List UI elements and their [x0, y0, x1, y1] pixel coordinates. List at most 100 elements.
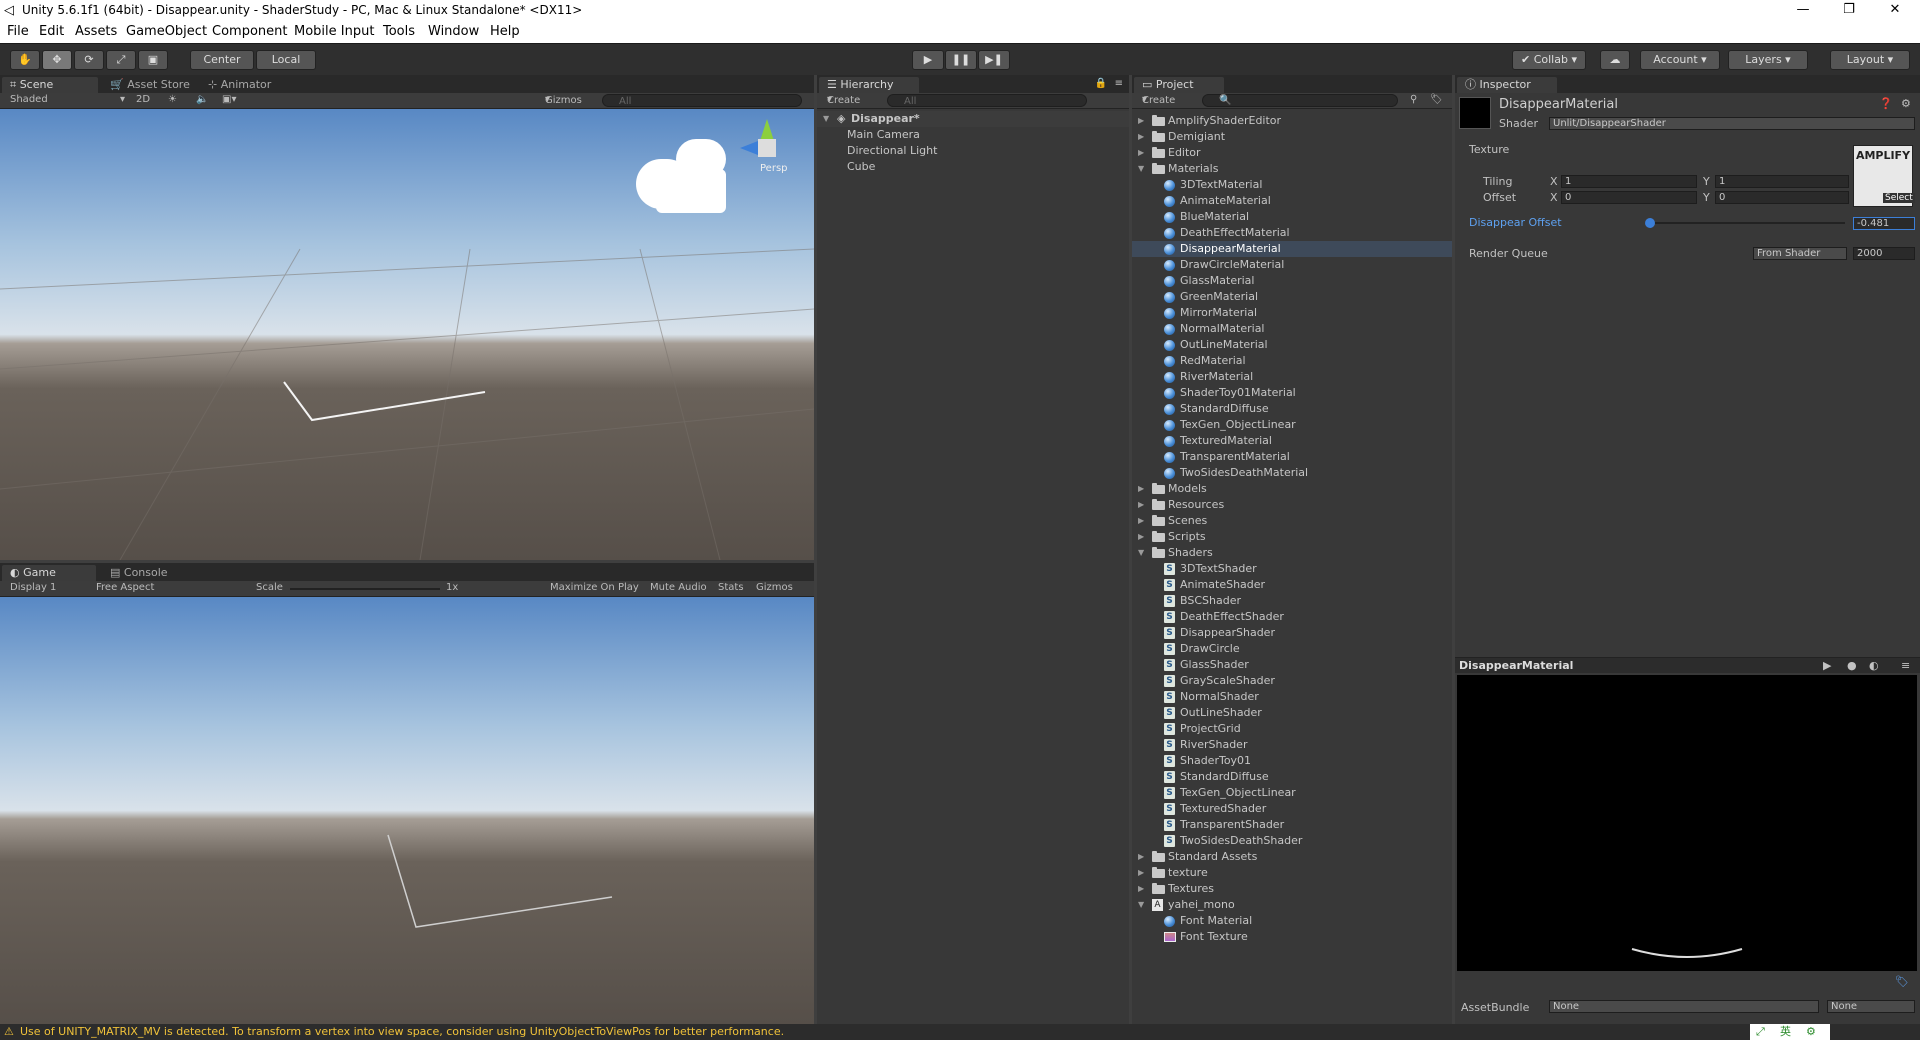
- ime-tray[interactable]: ⤢ 英 ⚙: [1750, 1024, 1830, 1040]
- account-dropdown[interactable]: Account ▾: [1640, 50, 1720, 70]
- expand-arrow-icon[interactable]: ▶: [1138, 849, 1148, 865]
- menu-mobile-input[interactable]: Mobile Input: [294, 24, 374, 39]
- panel-menu-icon[interactable]: ≡: [1115, 78, 1123, 89]
- preview-menu-icon[interactable]: ≡: [1901, 659, 1910, 672]
- assetbundle-dropdown[interactable]: None: [1549, 1000, 1819, 1013]
- hand-tool-icon[interactable]: ✋: [10, 50, 40, 70]
- shading-arrow-icon[interactable]: ▾: [120, 94, 125, 105]
- cloud-icon[interactable]: ☁: [1600, 50, 1630, 70]
- game-viewport[interactable]: [0, 597, 814, 1024]
- mute-audio-toggle[interactable]: Mute Audio: [650, 582, 707, 593]
- project-asset-row[interactable]: StandardDiffuse: [1132, 401, 1452, 417]
- project-folder-row[interactable]: ▶ Demigiant: [1132, 129, 1452, 145]
- project-asset-row[interactable]: S TexturedShader: [1132, 801, 1452, 817]
- project-asset-row[interactable]: S GlassShader: [1132, 657, 1452, 673]
- tab-console[interactable]: ▤ Console: [102, 565, 176, 581]
- project-asset-row[interactable]: S DisappearShader: [1132, 625, 1452, 641]
- status-bar[interactable]: ⚠ Use of UNITY_MATRIX_MV is detected. To…: [0, 1024, 1920, 1040]
- play-button[interactable]: ▶: [912, 50, 944, 70]
- menu-window[interactable]: Window: [428, 24, 479, 39]
- expand-arrow-icon[interactable]: ▶: [1138, 113, 1148, 129]
- project-create-dropdown[interactable]: Create ▾: [1142, 94, 1175, 106]
- project-folder-row[interactable]: ▶ AmplifyShaderEditor: [1132, 113, 1452, 129]
- menu-component[interactable]: Component: [212, 24, 287, 39]
- hierarchy-search-input[interactable]: All: [887, 94, 1087, 107]
- tab-hierarchy[interactable]: ☰ Hierarchy: [819, 77, 919, 93]
- help-icon[interactable]: ❓: [1879, 97, 1893, 110]
- project-asset-row[interactable]: S 3DTextShader: [1132, 561, 1452, 577]
- project-asset-row[interactable]: OutLineMaterial: [1132, 337, 1452, 353]
- project-asset-row[interactable]: S NormalShader: [1132, 689, 1452, 705]
- disappear-offset-slider-track[interactable]: [1645, 218, 1845, 228]
- project-asset-row[interactable]: S DeathEffectShader: [1132, 609, 1452, 625]
- expand-arrow-icon[interactable]: ▶: [1138, 129, 1148, 145]
- ime-status-icon[interactable]: ⤢: [1756, 1024, 1765, 1040]
- pivot-center-button[interactable]: Center: [190, 50, 254, 70]
- maximize-button[interactable]: ❐: [1826, 0, 1872, 22]
- offset-x-field[interactable]: 0: [1561, 191, 1697, 204]
- project-asset-row[interactable]: DeathEffectMaterial: [1132, 225, 1452, 241]
- tab-project[interactable]: ▭ Project: [1134, 77, 1224, 93]
- project-asset-row[interactable]: NormalMaterial: [1132, 321, 1452, 337]
- hierarchy-item[interactable]: Cube: [817, 159, 1129, 175]
- preview-play-icon[interactable]: ▶: [1823, 659, 1831, 672]
- settings-gear-icon[interactable]: ⚙: [1901, 97, 1911, 110]
- preview-lights-icon[interactable]: ◐: [1869, 659, 1879, 672]
- project-asset-row[interactable]: MirrorMaterial: [1132, 305, 1452, 321]
- menu-assets[interactable]: Assets: [75, 24, 117, 39]
- scene-search-input[interactable]: All: [602, 94, 802, 107]
- step-button[interactable]: ▶❚: [978, 50, 1010, 70]
- project-asset-row[interactable]: DrawCircleMaterial: [1132, 257, 1452, 273]
- disappear-offset-field[interactable]: -0.481: [1853, 217, 1915, 230]
- maximize-on-play-toggle[interactable]: Maximize On Play: [550, 582, 639, 593]
- hierarchy-item[interactable]: Main Camera: [817, 127, 1129, 143]
- project-asset-row[interactable]: S AnimateShader: [1132, 577, 1452, 593]
- project-asset-row[interactable]: S TransparentShader: [1132, 817, 1452, 833]
- project-folder-row[interactable]: ▼ Materials: [1132, 161, 1452, 177]
- collab-dropdown[interactable]: ✔ Collab ▾: [1512, 50, 1586, 70]
- shading-dropdown[interactable]: Shaded: [10, 94, 48, 105]
- expand-arrow-icon[interactable]: ▶: [1138, 865, 1148, 881]
- project-search-input[interactable]: 🔍: [1202, 94, 1398, 107]
- project-folder-row[interactable]: ▼ Shaders: [1132, 545, 1452, 561]
- project-folder-row[interactable]: ▶ texture: [1132, 865, 1452, 881]
- tiling-y-field[interactable]: 1: [1715, 175, 1849, 188]
- pause-button[interactable]: ❚❚: [945, 50, 977, 70]
- project-asset-row[interactable]: GlassMaterial: [1132, 273, 1452, 289]
- project-folder-row[interactable]: ▶ Textures: [1132, 881, 1452, 897]
- project-folder-row[interactable]: ▶ Standard Assets: [1132, 849, 1452, 865]
- cube-wireframe[interactable]: [283, 381, 486, 422]
- render-queue-field[interactable]: 2000: [1853, 247, 1915, 260]
- ime-language[interactable]: 英: [1780, 1024, 1791, 1040]
- project-asset-row[interactable]: TransparentMaterial: [1132, 449, 1452, 465]
- tab-scene[interactable]: ⌗ Scene: [2, 77, 98, 93]
- rotate-tool-icon[interactable]: ⟳: [74, 50, 104, 70]
- project-asset-row[interactable]: S OutLineShader: [1132, 705, 1452, 721]
- project-asset-row[interactable]: Font Texture: [1132, 929, 1452, 945]
- project-asset-row[interactable]: TwoSidesDeathMaterial: [1132, 465, 1452, 481]
- tab-inspector[interactable]: ⓘ Inspector: [1457, 77, 1557, 93]
- expand-arrow-icon[interactable]: ▶: [1138, 145, 1148, 161]
- assetbundle-tag-icon[interactable]: 🏷: [1895, 975, 1909, 988]
- scene-viewport[interactable]: Persp: [0, 109, 814, 560]
- project-asset-row[interactable]: BlueMaterial: [1132, 209, 1452, 225]
- collapse-arrow-icon[interactable]: ▼: [1138, 897, 1148, 913]
- project-asset-row[interactable]: S TwoSidesDeathShader: [1132, 833, 1452, 849]
- expand-arrow-icon[interactable]: ▶: [1138, 529, 1148, 545]
- project-folder-row[interactable]: ▶ Scripts: [1132, 529, 1452, 545]
- tab-asset-store[interactable]: 🛒 Asset Store: [102, 77, 198, 93]
- expand-arrow-icon[interactable]: ▶: [1138, 481, 1148, 497]
- toggle-2d-button[interactable]: 2D: [136, 94, 150, 105]
- preview-sphere-icon[interactable]: ●: [1847, 659, 1857, 672]
- stats-toggle[interactable]: Stats: [718, 582, 744, 593]
- project-asset-row[interactable]: S StandardDiffuse: [1132, 769, 1452, 785]
- expand-arrow-icon[interactable]: ▶: [1138, 513, 1148, 529]
- project-asset-row[interactable]: RedMaterial: [1132, 353, 1452, 369]
- project-asset-row[interactable]: S TexGen_ObjectLinear: [1132, 785, 1452, 801]
- menu-tools[interactable]: Tools: [383, 24, 415, 39]
- project-asset-row[interactable]: ShaderToy01Material: [1132, 385, 1452, 401]
- project-asset-row[interactable]: DisappearMaterial: [1132, 241, 1452, 257]
- material-preview-viewport[interactable]: [1457, 675, 1917, 971]
- project-folder-row[interactable]: ▼ Ayahei_mono: [1132, 897, 1452, 913]
- layout-dropdown[interactable]: Layout ▾: [1830, 50, 1910, 70]
